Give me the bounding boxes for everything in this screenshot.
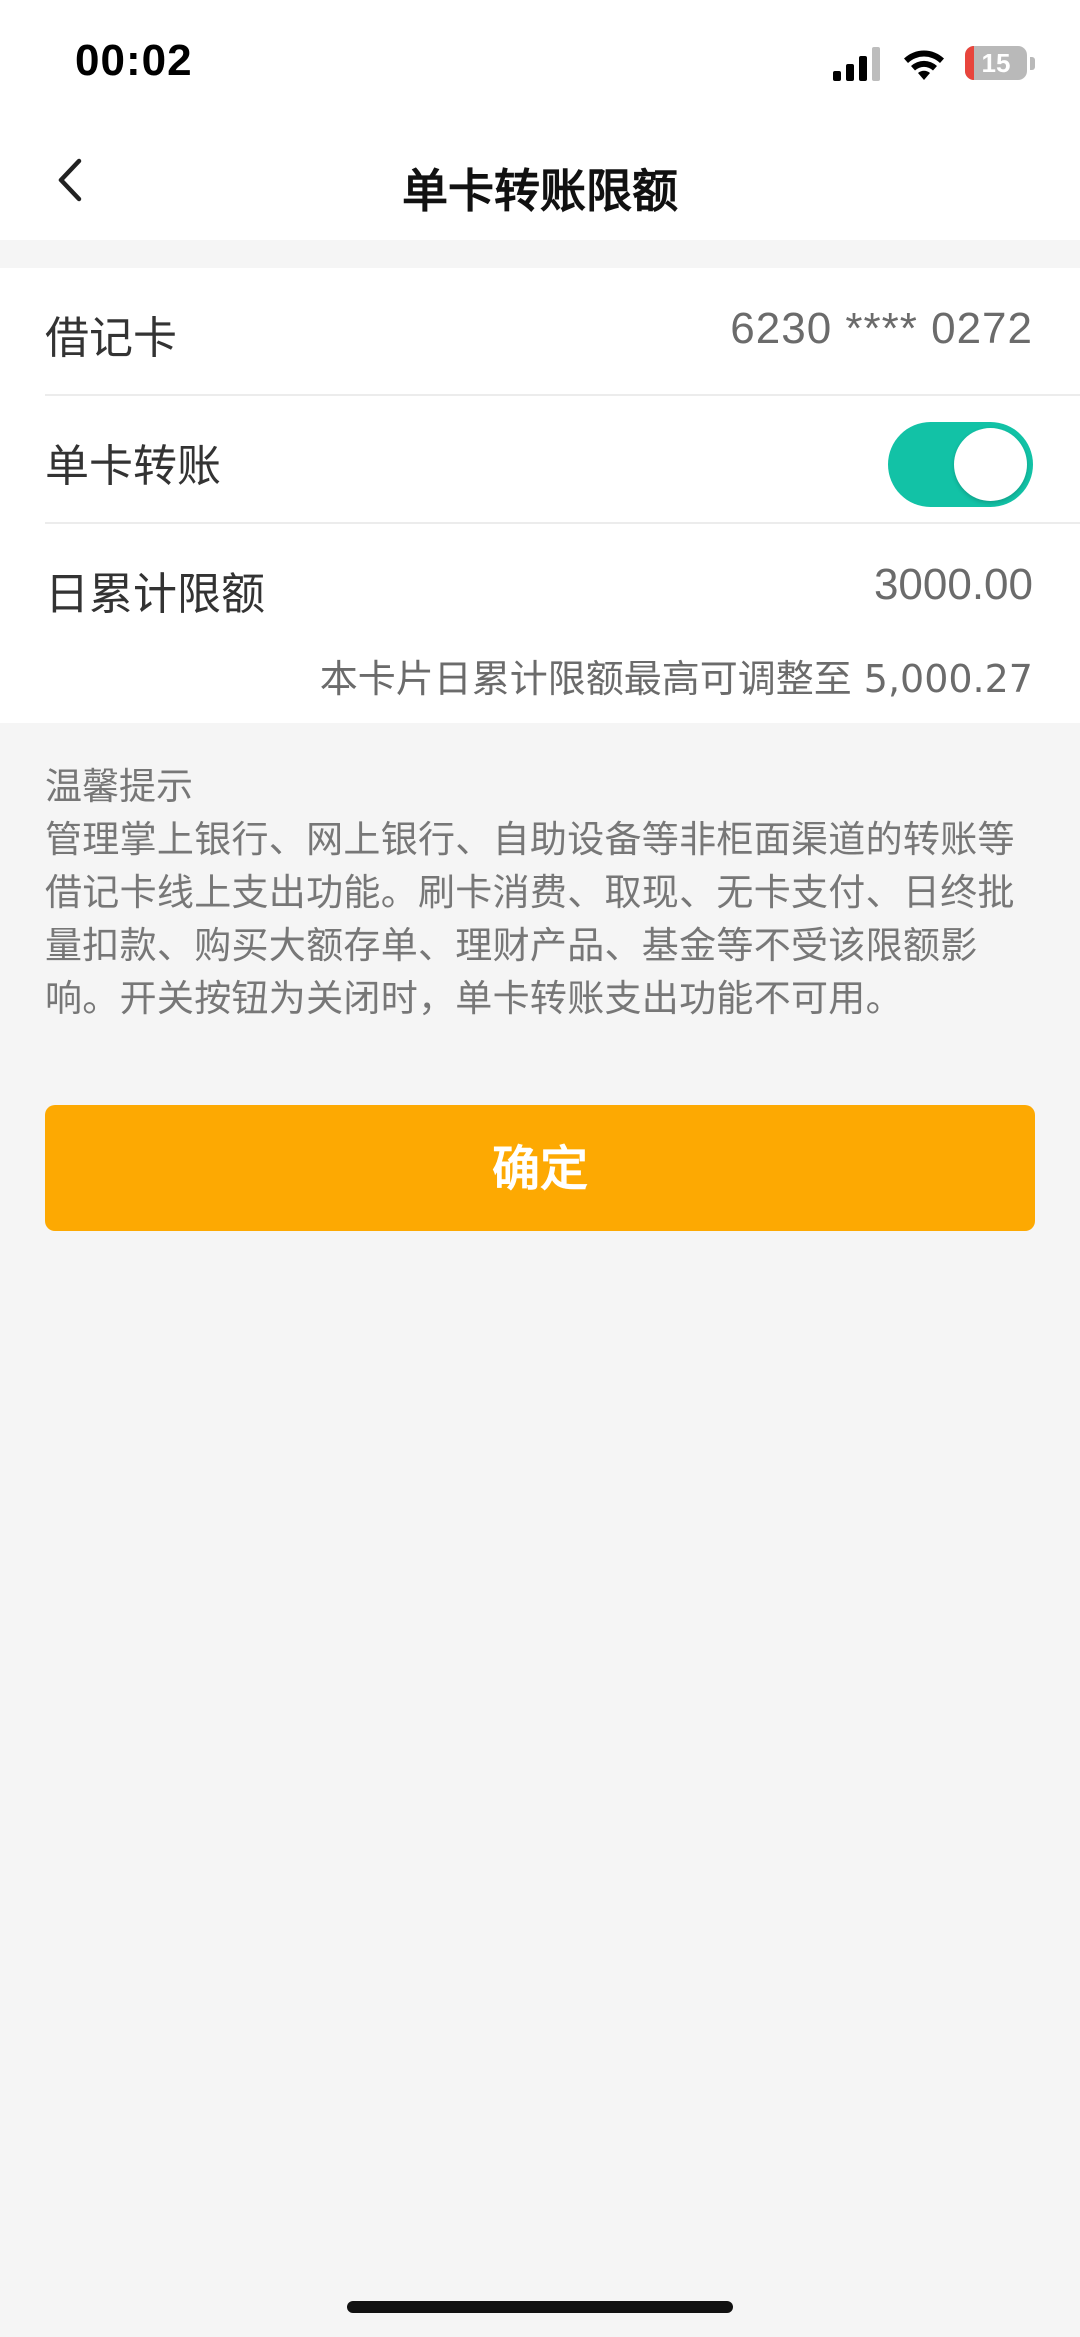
nav-bar: 单卡转账限额 bbox=[0, 125, 1080, 240]
status-bar: 00:02 15 bbox=[0, 0, 1080, 125]
debit-card-row: 借记卡 6230 **** 0272 bbox=[45, 268, 1080, 394]
battery-level: 15 bbox=[981, 48, 1011, 78]
signal-icon bbox=[833, 47, 880, 81]
wifi-icon bbox=[904, 50, 944, 80]
daily-limit-row[interactable]: 日累计限额 3000.00 本卡片日累计限额最高可调整至 5,000.27 bbox=[45, 524, 1080, 723]
transfer-row: 单卡转账 bbox=[45, 396, 1080, 522]
transfer-toggle[interactable] bbox=[888, 422, 1033, 507]
transfer-label: 单卡转账 bbox=[45, 441, 221, 492]
confirm-button[interactable]: 确定 bbox=[45, 1105, 1035, 1231]
status-time: 00:02 bbox=[75, 36, 193, 85]
home-indicator[interactable] bbox=[347, 2301, 733, 2313]
tips-body: 管理掌上银行、网上银行、自助设备等非柜面渠道的转账等借记卡线上支出功能。刷卡消费… bbox=[45, 818, 1015, 1020]
card-settings: 借记卡 6230 **** 0272 单卡转账 日累计限额 3000.00 本卡… bbox=[0, 268, 1080, 723]
daily-limit-hint: 本卡片日累计限额最高可调整至 5,000.27 bbox=[319, 657, 1033, 701]
tips-section: 温馨提示 管理掌上银行、网上银行、自助设备等非柜面渠道的转账等借记卡线上支出功能… bbox=[45, 760, 1035, 1025]
tips-title: 温馨提示 bbox=[45, 765, 193, 808]
daily-limit-value[interactable]: 3000.00 bbox=[874, 560, 1033, 610]
daily-limit-label: 日累计限额 bbox=[45, 569, 265, 620]
status-icons: 15 bbox=[833, 44, 1035, 84]
toggle-knob bbox=[954, 428, 1027, 501]
debit-card-label: 借记卡 bbox=[45, 313, 177, 364]
battery-icon: 15 bbox=[965, 46, 1035, 82]
debit-card-number: 6230 **** 0272 bbox=[730, 304, 1033, 353]
page-title: 单卡转账限额 bbox=[402, 164, 678, 218]
